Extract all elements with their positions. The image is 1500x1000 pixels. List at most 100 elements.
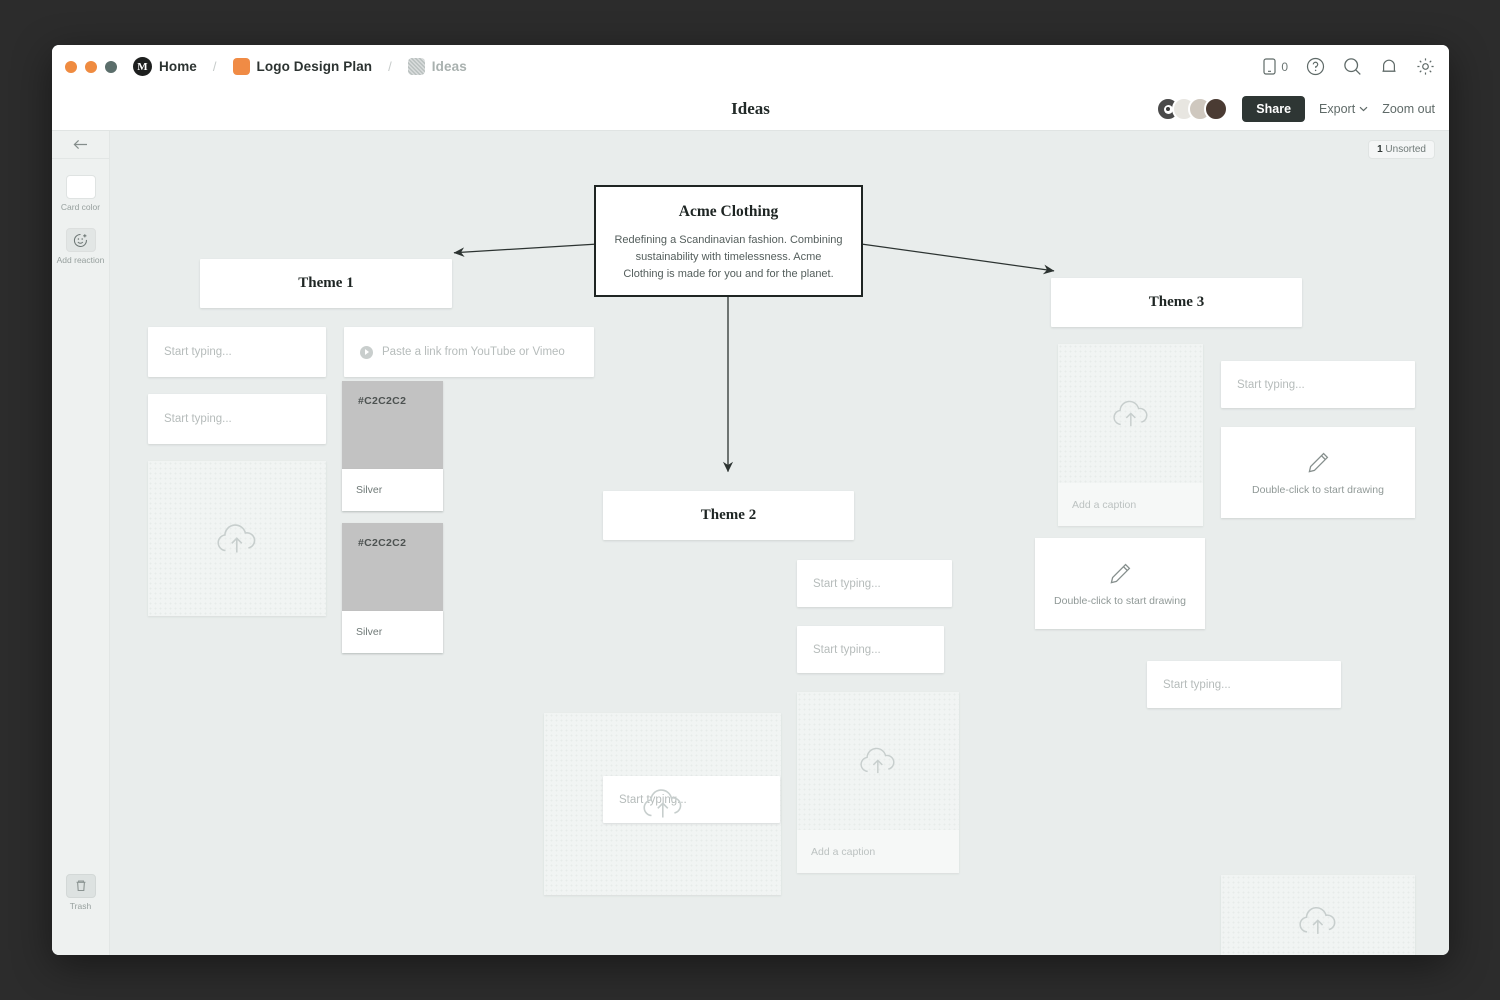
- note-card-t1-a[interactable]: Start typing...: [148, 327, 326, 377]
- sidebar-item-label: Add reaction: [57, 256, 105, 265]
- export-label: Export: [1319, 102, 1355, 116]
- app-body: Card color Add reaction: [52, 131, 1449, 955]
- minimize-button[interactable]: [85, 61, 97, 73]
- note-placeholder: Start typing...: [164, 346, 232, 358]
- theme-card-title: Theme 2: [701, 507, 756, 524]
- image-upload-card-t3-a[interactable]: Add a caption: [1058, 344, 1203, 526]
- caption-placeholder[interactable]: Add a caption: [797, 830, 959, 873]
- sidebar-item-card-color[interactable]: Card color: [52, 175, 109, 212]
- sidebar-item-label: Card color: [61, 203, 100, 212]
- theme-card-3[interactable]: Theme 3: [1051, 278, 1302, 327]
- swatch-name: Silver: [342, 611, 443, 653]
- note-placeholder: Start typing...: [1237, 379, 1305, 391]
- unsorted-label: Unsorted: [1385, 144, 1426, 155]
- note-card-t3-a[interactable]: Start typing...: [1221, 361, 1415, 408]
- app-window: M Home / Logo Design Plan / Ideas 0: [52, 45, 1449, 955]
- sidebar-item-add-reaction[interactable]: Add reaction: [52, 228, 109, 265]
- titlebar-actions: 0: [1263, 57, 1435, 76]
- upload-drop-area[interactable]: [797, 692, 959, 830]
- chevron-down-icon: [1359, 106, 1368, 112]
- pencil-icon: [1107, 561, 1133, 587]
- hub-card-title: Acme Clothing: [614, 203, 843, 221]
- unsorted-badge[interactable]: 1 Unsorted: [1368, 140, 1435, 159]
- header-actions: Share Export Zoom out: [1156, 96, 1435, 122]
- image-upload-card-t2-b[interactable]: Add a caption: [797, 692, 959, 873]
- board-header: Ideas Share Export Zoom out: [52, 88, 1449, 131]
- swatch-color-fill: #C2C2C2: [342, 381, 443, 469]
- collaborator-avatars[interactable]: [1156, 97, 1228, 121]
- note-placeholder: Start typing...: [1163, 679, 1231, 691]
- drawing-card-t3-b[interactable]: Double-click to start drawing: [1035, 538, 1205, 629]
- swatch-hex: #C2C2C2: [358, 537, 406, 549]
- note-card-t3-b[interactable]: Start typing...: [1147, 661, 1341, 708]
- avatar[interactable]: [1204, 97, 1228, 121]
- video-card-t1[interactable]: Paste a link from YouTube or Vimeo: [344, 327, 594, 377]
- drawing-card-t3-a[interactable]: Double-click to start drawing: [1221, 427, 1415, 518]
- zoom-out-button[interactable]: Zoom out: [1382, 102, 1435, 116]
- theme-card-1[interactable]: Theme 1: [200, 259, 452, 308]
- drawing-placeholder: Double-click to start drawing: [1252, 484, 1384, 496]
- note-placeholder: Start typing...: [813, 644, 881, 656]
- trash-icon: [66, 874, 96, 898]
- breadcrumb-separator: /: [213, 59, 217, 74]
- gear-icon[interactable]: [1416, 57, 1435, 76]
- mobile-device-icon[interactable]: 0: [1263, 58, 1288, 75]
- grey-board-icon: [408, 58, 425, 75]
- emoji-reaction-icon: [66, 228, 96, 252]
- upload-drop-area[interactable]: [1058, 344, 1203, 483]
- left-toolbar: Card color Add reaction: [52, 131, 110, 955]
- close-button[interactable]: [65, 61, 77, 73]
- drawing-placeholder: Double-click to start drawing: [1054, 595, 1186, 607]
- hub-card-acme-clothing[interactable]: Acme Clothing Redefining a Scandinavian …: [594, 185, 863, 297]
- breadcrumb-separator-2: /: [388, 59, 392, 74]
- help-circle-icon[interactable]: [1306, 57, 1325, 76]
- board-canvas[interactable]: 1 Unsorted Acme Clothing Redefining a Sc…: [110, 131, 1449, 955]
- bell-icon[interactable]: [1380, 57, 1398, 76]
- arrow-left-icon[interactable]: [52, 131, 109, 159]
- theme-card-title: Theme 3: [1149, 294, 1204, 311]
- sidebar-item-label: Trash: [70, 902, 91, 911]
- note-placeholder: Start typing...: [164, 413, 232, 425]
- caption-placeholder[interactable]: Add a caption: [1058, 483, 1203, 526]
- hub-card-body: Redefining a Scandinavian fashion. Combi…: [614, 232, 843, 283]
- breadcrumb-item-home[interactable]: Home: [159, 59, 197, 74]
- maximize-button[interactable]: [105, 61, 117, 73]
- color-swatch-card-1[interactable]: #C2C2C2 Silver: [342, 381, 443, 511]
- share-button[interactable]: Share: [1242, 96, 1305, 122]
- desktop-background: M Home / Logo Design Plan / Ideas 0: [0, 0, 1500, 1000]
- color-swatch-icon: [66, 175, 96, 199]
- cloud-upload-icon: [1295, 902, 1341, 940]
- breadcrumb: M Home / Logo Design Plan / Ideas: [133, 57, 467, 76]
- cloud-upload-icon: [856, 743, 900, 779]
- export-menu[interactable]: Export: [1319, 102, 1368, 116]
- swatch-color-fill: #C2C2C2: [342, 523, 443, 611]
- swatch-name: Silver: [342, 469, 443, 511]
- sidebar-item-trash[interactable]: Trash: [66, 874, 96, 911]
- image-upload-card-t1[interactable]: [148, 461, 326, 616]
- breadcrumb-item-logo-design-plan[interactable]: Logo Design Plan: [257, 59, 373, 74]
- note-card-t2-b[interactable]: Start typing...: [797, 626, 944, 673]
- cloud-upload-icon: [213, 519, 261, 559]
- window-titlebar: M Home / Logo Design Plan / Ideas 0: [52, 45, 1449, 88]
- theme-card-2[interactable]: Theme 2: [603, 491, 854, 540]
- mobile-device-count: 0: [1281, 60, 1288, 74]
- pencil-icon: [1305, 450, 1331, 476]
- theme-card-title: Theme 1: [298, 275, 353, 292]
- cloud-upload-icon: [1109, 396, 1153, 432]
- window-controls[interactable]: [65, 61, 117, 73]
- swatch-hex: #C2C2C2: [358, 395, 406, 407]
- breadcrumb-item-ideas[interactable]: Ideas: [432, 59, 467, 74]
- milanote-logo-icon[interactable]: M: [133, 57, 152, 76]
- note-placeholder: Start typing...: [813, 578, 881, 590]
- note-card-t2-a[interactable]: Start typing...: [797, 560, 952, 607]
- video-placeholder: Paste a link from YouTube or Vimeo: [382, 346, 565, 358]
- color-swatch-card-2[interactable]: #C2C2C2 Silver: [342, 523, 443, 653]
- search-icon[interactable]: [1343, 57, 1362, 76]
- image-upload-card-t3-b[interactable]: [1221, 875, 1415, 955]
- play-circle-icon: [360, 346, 373, 359]
- note-card-t1-b[interactable]: Start typing...: [148, 394, 326, 444]
- unsorted-count: 1: [1377, 144, 1383, 155]
- note-card-t2-c[interactable]: Start typing...: [603, 776, 780, 823]
- cloud-upload-icon: [639, 784, 687, 824]
- orange-board-icon: [233, 58, 250, 75]
